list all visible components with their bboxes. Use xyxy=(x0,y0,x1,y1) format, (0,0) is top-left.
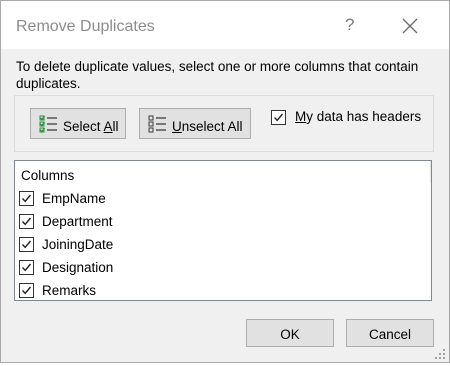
columns-list-header: Columns xyxy=(21,168,75,183)
list-item[interactable]: Remarks xyxy=(19,281,419,301)
column-checkbox-remarks[interactable] xyxy=(19,283,34,298)
title-bar: Remove Duplicates ? xyxy=(1,1,449,49)
unselect-all-icon xyxy=(148,115,167,133)
select-all-label: Select All xyxy=(63,119,119,134)
dialog-title: Remove Duplicates xyxy=(16,18,155,35)
list-item[interactable]: Designation xyxy=(19,258,419,278)
column-label: Remarks xyxy=(42,283,97,298)
list-header-divider xyxy=(430,161,431,183)
column-label: JoiningDate xyxy=(42,237,114,252)
help-button[interactable]: ? xyxy=(345,15,354,35)
list-item[interactable]: Department xyxy=(19,212,419,232)
cancel-label: Cancel xyxy=(368,327,412,342)
list-item[interactable]: EmpName xyxy=(19,189,419,209)
close-icon[interactable] xyxy=(399,15,421,37)
columns-list[interactable]: Columns EmpName Department JoiningDate D… xyxy=(14,160,432,301)
unselect-all-button[interactable]: Unselect All xyxy=(139,108,251,139)
select-all-button[interactable]: Select All xyxy=(30,108,126,139)
select-all-icon xyxy=(39,115,58,133)
selection-options-group: Select All Unselect All My data has head… xyxy=(14,95,434,152)
instructions-text: To delete duplicate values, select one o… xyxy=(16,59,419,91)
ok-button[interactable]: OK xyxy=(246,319,334,347)
cancel-button[interactable]: Cancel xyxy=(346,319,434,347)
column-checkbox-designation[interactable] xyxy=(19,260,34,275)
headers-checkbox-label[interactable]: My data has headers xyxy=(295,109,421,124)
column-label: Designation xyxy=(42,260,114,275)
ok-label: OK xyxy=(280,327,300,342)
remove-duplicates-dialog: Remove Duplicates ? To delete duplicate … xyxy=(0,0,450,363)
list-item[interactable]: JoiningDate xyxy=(19,235,419,255)
column-checkbox-empname[interactable] xyxy=(19,191,34,206)
resize-grip-icon[interactable] xyxy=(433,347,447,361)
column-checkbox-department[interactable] xyxy=(19,214,34,229)
column-label: EmpName xyxy=(42,191,106,206)
column-checkbox-joiningdate[interactable] xyxy=(19,237,34,252)
column-label: Department xyxy=(42,214,113,229)
headers-checkbox[interactable] xyxy=(271,110,286,125)
unselect-all-label: Unselect All xyxy=(172,119,243,134)
